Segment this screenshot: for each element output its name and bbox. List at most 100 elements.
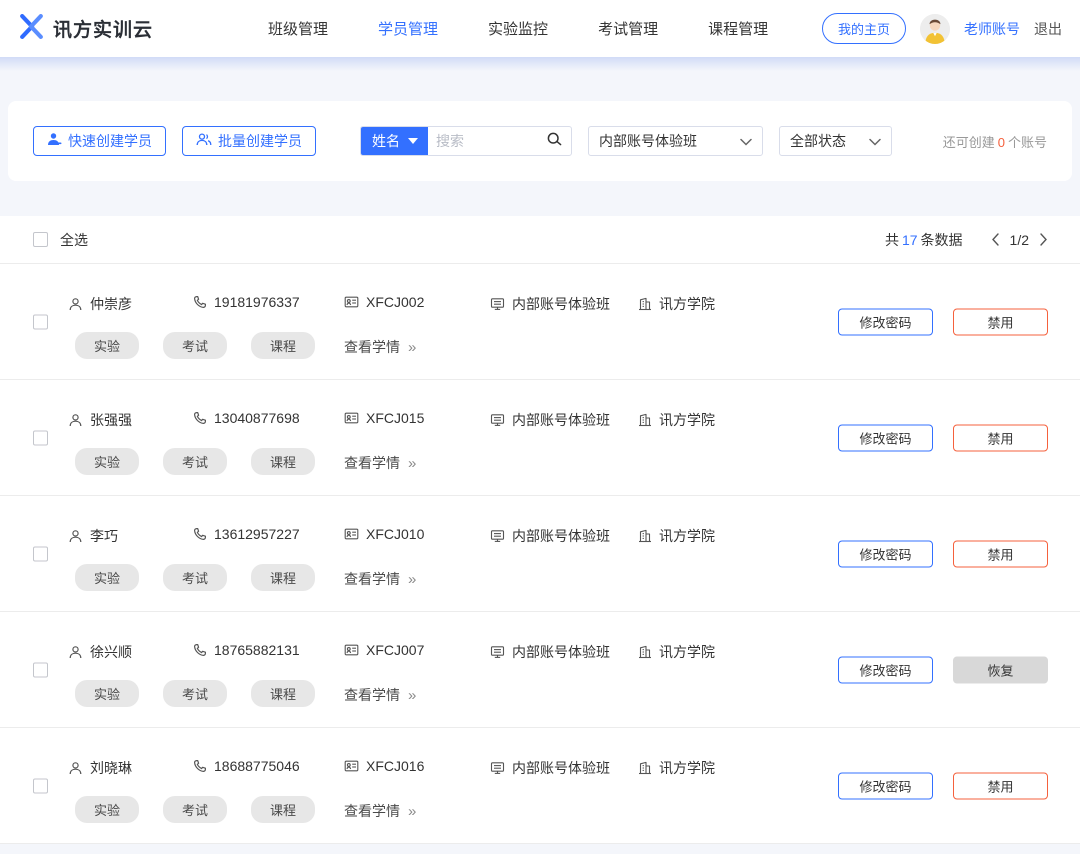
student-class: 内部账号体验班 — [512, 526, 610, 546]
student-code-cell: XFCJ015 — [344, 410, 424, 426]
view-progress-link[interactable]: 查看学情 » — [344, 685, 416, 705]
select-all-checkbox[interactable] — [33, 232, 48, 247]
nav-item-student-management[interactable]: 学员管理 — [378, 18, 438, 39]
monitor-icon — [490, 297, 505, 311]
student-row: 仲崇彦 19181976337 XFCJ002 — [0, 264, 1080, 380]
student-name-cell: 李巧 — [68, 526, 118, 546]
chevron-right-icon[interactable] — [1039, 233, 1048, 246]
building-icon — [638, 645, 652, 659]
total-count: 17 — [902, 232, 918, 248]
id-card-icon — [344, 527, 359, 541]
caret-down-icon — [408, 138, 418, 144]
batch-create-student-button[interactable]: 批量创建学员 — [182, 126, 316, 156]
user-icon — [68, 413, 83, 428]
tag-pill[interactable]: 实验 — [75, 564, 139, 591]
row-actions: 修改密码 禁用 — [838, 308, 1048, 335]
nav-item-exam-management[interactable]: 考试管理 — [598, 18, 658, 39]
student-code: XFCJ007 — [366, 642, 424, 658]
quick-create-student-button[interactable]: 快速创建学员 — [33, 126, 166, 156]
phone-icon — [193, 411, 207, 425]
row-actions: 修改密码 禁用 — [838, 540, 1048, 567]
search-field-value: 姓名 — [372, 131, 400, 151]
tag-pill[interactable]: 课程 — [251, 448, 315, 475]
phone-icon — [193, 527, 207, 541]
user-add-icon — [47, 132, 62, 150]
disable-button[interactable]: 禁用 — [953, 772, 1048, 799]
tag-pill[interactable]: 实验 — [75, 796, 139, 823]
row-checkbox[interactable] — [33, 314, 48, 329]
class-filter-value: 内部账号体验班 — [599, 131, 697, 151]
building-icon — [638, 413, 652, 427]
avatar[interactable] — [920, 14, 950, 44]
nav-item-class-management[interactable]: 班级管理 — [268, 18, 328, 39]
student-code: XFCJ015 — [366, 410, 424, 426]
phone-icon — [193, 759, 207, 773]
student-row: 刘晓琳 18688775046 XFCJ016 — [0, 728, 1080, 844]
toolbar: 快速创建学员 批量创建学员 姓名 内部账 — [8, 101, 1072, 181]
disable-button[interactable]: 禁用 — [953, 308, 1048, 335]
tag-list: 实验考试课程 — [75, 564, 339, 591]
student-code-cell: XFCJ007 — [344, 642, 424, 658]
tag-pill[interactable]: 课程 — [251, 564, 315, 591]
monitor-icon — [490, 645, 505, 659]
tag-pill[interactable]: 实验 — [75, 680, 139, 707]
user-icon — [68, 529, 83, 544]
id-card-icon — [344, 295, 359, 309]
view-progress-link[interactable]: 查看学情 » — [344, 801, 416, 821]
tag-pill[interactable]: 考试 — [163, 680, 227, 707]
account-name[interactable]: 老师账号 — [964, 19, 1020, 39]
tag-list: 实验考试课程 — [75, 796, 339, 823]
header-right: 我的主页 老师账号 退出 — [822, 13, 1062, 44]
search-field-select[interactable]: 姓名 — [360, 126, 428, 156]
change-password-button[interactable]: 修改密码 — [838, 540, 933, 567]
tag-pill[interactable]: 实验 — [75, 332, 139, 359]
chevron-left-icon[interactable] — [991, 233, 1000, 246]
student-code: XFCJ016 — [366, 758, 424, 774]
my-home-button[interactable]: 我的主页 — [822, 13, 906, 44]
change-password-button[interactable]: 修改密码 — [838, 772, 933, 799]
main-nav: 班级管理 学员管理 实验监控 考试管理 课程管理 — [268, 18, 768, 39]
restore-button[interactable]: 恢复 — [953, 656, 1048, 683]
nav-item-course-management[interactable]: 课程管理 — [708, 18, 768, 39]
row-checkbox[interactable] — [33, 662, 48, 677]
row-checkbox[interactable] — [33, 546, 48, 561]
student-phone-cell: 13040877698 — [193, 410, 300, 426]
student-code: XFCJ002 — [366, 294, 424, 310]
view-progress-link[interactable]: 查看学情 » — [344, 337, 416, 357]
tag-pill[interactable]: 课程 — [251, 796, 315, 823]
search-input[interactable] — [428, 127, 546, 155]
tag-pill[interactable]: 实验 — [75, 448, 139, 475]
logo-text: 讯方实训云 — [53, 15, 153, 42]
view-progress-link[interactable]: 查看学情 » — [344, 453, 416, 473]
nav-item-experiment-monitor[interactable]: 实验监控 — [488, 18, 548, 39]
tag-list: 实验考试课程 — [75, 332, 339, 359]
tag-pill[interactable]: 考试 — [163, 332, 227, 359]
row-actions: 修改密码 禁用 — [838, 772, 1048, 799]
student-class-cell: 内部账号体验班 — [490, 410, 610, 430]
tag-pill[interactable]: 考试 — [163, 796, 227, 823]
status-filter-select[interactable]: 全部状态 — [779, 126, 892, 156]
student-name: 仲崇彦 — [90, 294, 132, 314]
logout-link[interactable]: 退出 — [1034, 19, 1062, 39]
disable-button[interactable]: 禁用 — [953, 424, 1048, 451]
student-name-cell: 仲崇彦 — [68, 294, 132, 314]
search-button[interactable] — [546, 131, 571, 151]
tag-pill[interactable]: 考试 — [163, 448, 227, 475]
tag-pill[interactable]: 考试 — [163, 564, 227, 591]
student-list-section: 全选 共17条数据 1/2 — [0, 216, 1080, 852]
row-checkbox[interactable] — [33, 778, 48, 793]
id-card-icon — [344, 411, 359, 425]
tag-pill[interactable]: 课程 — [251, 680, 315, 707]
quota-count: 0 — [998, 135, 1005, 150]
view-progress-link[interactable]: 查看学情 » — [344, 569, 416, 589]
list-header-right: 共17条数据 1/2 — [885, 230, 1048, 250]
change-password-button[interactable]: 修改密码 — [838, 308, 933, 335]
change-password-button[interactable]: 修改密码 — [838, 424, 933, 451]
row-checkbox[interactable] — [33, 430, 48, 445]
tag-pill[interactable]: 课程 — [251, 332, 315, 359]
student-code: XFCJ010 — [366, 526, 424, 542]
disable-button[interactable]: 禁用 — [953, 540, 1048, 567]
list-header: 全选 共17条数据 1/2 — [0, 216, 1080, 264]
class-filter-select[interactable]: 内部账号体验班 — [588, 126, 763, 156]
change-password-button[interactable]: 修改密码 — [838, 656, 933, 683]
